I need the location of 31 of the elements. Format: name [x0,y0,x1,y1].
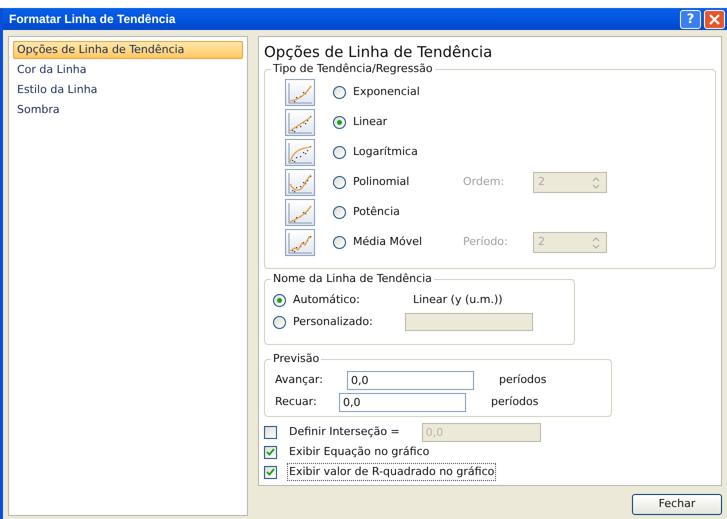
parameter-label: Período: [463,234,509,250]
spin-value: 2 [537,174,546,190]
option-label: Polinomial [353,174,410,190]
unit-label: períodos [491,394,539,410]
panel-heading: Opções de Linha de Tendência [264,42,494,63]
unit-label: períodos [499,372,547,388]
checkbox-label: Definir Interseção = [288,424,401,440]
sidebar-item[interactable]: Sombra [13,101,243,119]
checkbox-label: Exibir valor de R-quadrado no gráfico [287,462,496,482]
option-label: Automático: [293,292,361,308]
spin-value: 2 [537,234,546,250]
window-title: Formatar Linha de Tendência [9,11,176,28]
field-label: Recuar: [275,394,318,410]
checkbox-label: Exibir Equação no gráfico [288,444,430,460]
input-field[interactable]: 0,0 [347,371,474,390]
sidebar-item[interactable]: Cor da Linha [13,61,243,79]
help-button[interactable]: ? [680,10,701,28]
field-label: Avançar: [275,372,324,388]
sidebar-item[interactable]: Opções de Linha de Tendência [13,41,243,59]
close-dialog-button[interactable]: Fechar [632,494,722,515]
trendline-name: Linear (y (u.m.)) [413,292,503,308]
group-legend: Tipo de Tendência/Regressão [271,62,435,76]
option-label: Potência [353,204,401,220]
parameter-label: Ordem: [463,174,506,190]
option-label: Exponencial [353,84,421,100]
option-label: Personalizado: [293,314,374,330]
sidebar-item[interactable]: Estilo da Linha [13,81,243,99]
option-label: Logarítmica [353,144,419,160]
input-field[interactable]: 0,0 [339,393,466,412]
option-label: Média Móvel [353,234,424,250]
option-label: Linear [353,114,388,130]
